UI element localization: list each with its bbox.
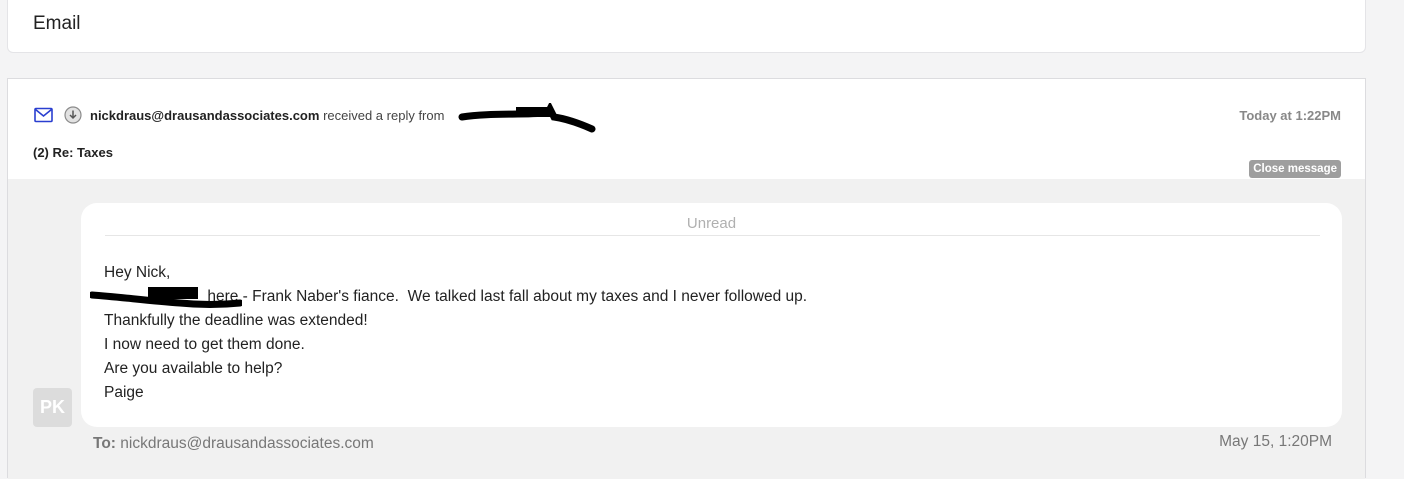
message-line: Paige [104,384,144,401]
activity-text: received a reply from [323,108,445,123]
message-line: I now need to get them done. [104,336,305,353]
message-area: PK Unread Hey Nick, here - Frank Naber's… [8,179,1365,479]
thread-timestamp: Today at 1:22PM [1239,108,1341,123]
message-line: Hey Nick, [104,264,171,281]
message-date: May 15, 1:20PM [1219,433,1332,450]
mail-icon [34,107,53,123]
message-body: Hey Nick, here - Frank Naber's fiance. W… [104,261,807,405]
message-line: Are you available to help? [104,360,283,377]
email-section-header: Email [7,0,1366,53]
close-message-button[interactable]: Close message [1249,160,1341,178]
section-title: Email [33,13,81,34]
recipient-email: nickdraus@drausandassociates.com [120,435,374,452]
redaction-mark [458,103,596,133]
unread-status: Unread [686,215,737,232]
sender-email[interactable]: nickdraus@drausandassociates.com [90,108,319,123]
download-icon[interactable] [64,106,82,124]
recipient-line: To: nickdraus@drausandassociates.com [93,435,374,453]
thread-header[interactable]: nickdraus@drausandassociates.com receive… [8,79,1365,179]
email-thread-card: nickdraus@drausandassociates.com receive… [7,78,1366,479]
thread-subject[interactable]: (2) Re: Taxes [33,145,113,160]
redaction-mark [90,287,242,308]
activity-line: nickdraus@drausandassociates.com receive… [90,108,444,123]
avatar: PK [33,388,72,427]
divider [105,235,1320,236]
message-bubble: Unread Hey Nick, here - Frank Naber's fi… [81,203,1342,427]
to-label: To: [93,435,116,452]
